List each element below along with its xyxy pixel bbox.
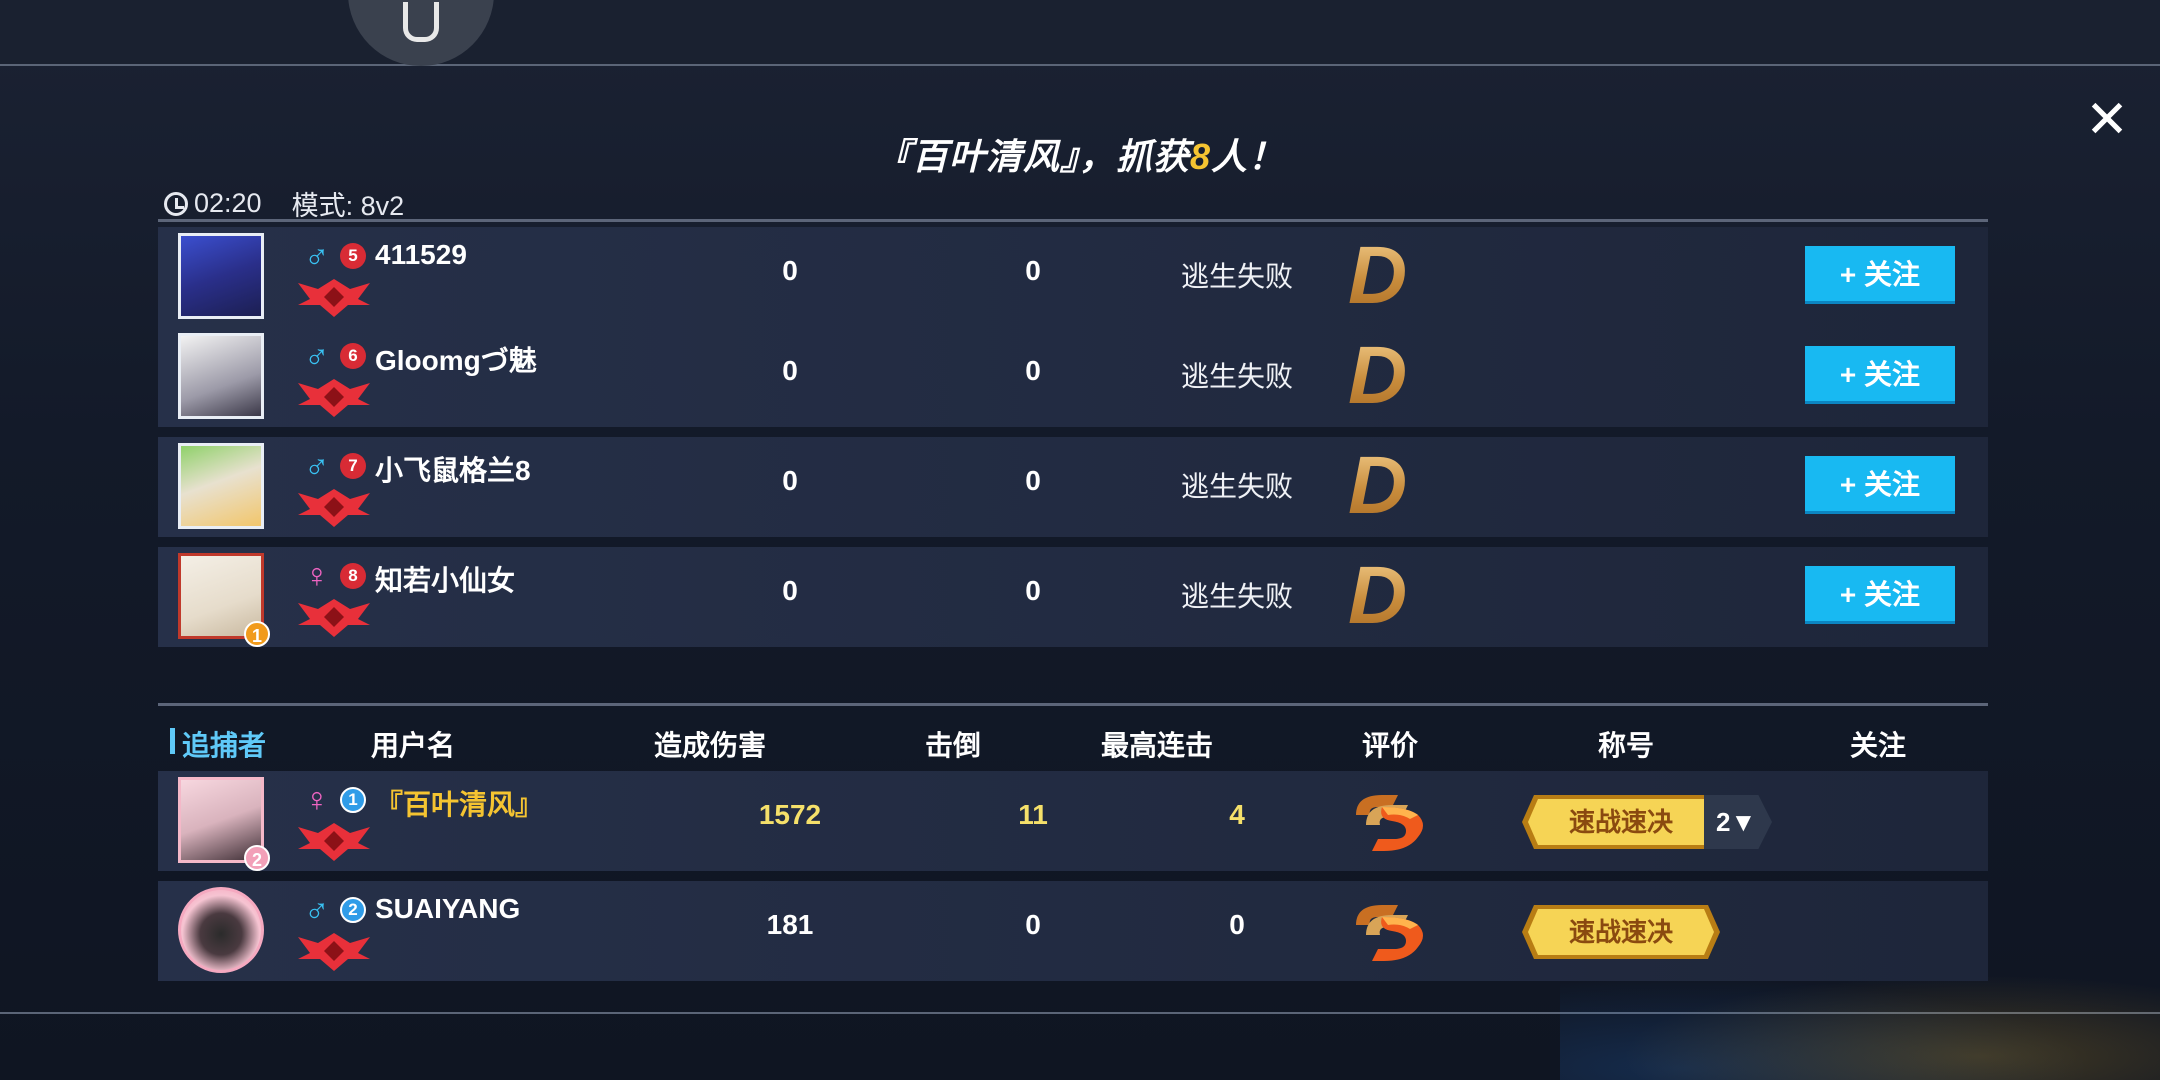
title-suffix: 人！ (1211, 136, 1286, 177)
rank-emblem-icon (298, 379, 370, 417)
grade-d-icon: D (1348, 230, 1408, 321)
match-mode: 模式: 8v2 (291, 191, 405, 221)
stat-cell: 0 (1025, 465, 1041, 496)
title-count: 2▼ (1716, 807, 1757, 837)
max-combo-value: 0 (1229, 909, 1245, 940)
avatar-badge: 2 (244, 845, 270, 871)
title-text: 速战速决 (1568, 807, 1673, 837)
escape-result: 逃生失败 (1180, 261, 1293, 292)
stat-cell: 0 (1025, 255, 1041, 286)
level-badge: 7 (340, 453, 366, 479)
male-icon: ♂ (304, 237, 330, 275)
escape-result: 逃生失败 (1180, 471, 1293, 502)
female-icon: ♀ (304, 781, 330, 819)
username: Gloomgづ魅 (375, 345, 537, 376)
stat-cell: 0 (782, 575, 798, 606)
male-icon: ♂ (304, 891, 330, 929)
avatar[interactable] (178, 887, 264, 973)
title-prefix: 『百叶清风』，抓获 (874, 136, 1190, 177)
match-time: 02:20 (194, 188, 262, 218)
header-max-combo: 最高连击 (1100, 730, 1213, 761)
clock-icon (164, 191, 188, 216)
level-badge: 2 (340, 897, 366, 923)
avatar[interactable] (178, 233, 264, 319)
avatar[interactable] (178, 443, 264, 529)
rank-emblem-icon (298, 489, 370, 527)
grade-d-icon: D (1348, 440, 1408, 531)
escaper-row-3: ♂ 7 小飞鼠格兰8 0 0 逃生失败 D + 关注 (158, 437, 1988, 537)
female-icon: ♀ (304, 557, 330, 595)
stat-cell: 0 (1025, 355, 1041, 386)
username: 『百叶清风』 (375, 789, 544, 820)
header-username: 用户名 (370, 730, 455, 761)
header-rating: 评价 (1361, 730, 1418, 761)
knockdowns-value: 11 (1018, 799, 1048, 830)
username: SUAIYANG (375, 893, 521, 924)
header-damage: 造成伤害 (653, 730, 766, 761)
title-count: 8 (1189, 136, 1212, 177)
damage-value: 181 (766, 909, 814, 940)
rank-emblem-icon (298, 823, 370, 861)
avatar-badge: 1 (244, 621, 270, 647)
section-marker (170, 728, 175, 754)
follow-button[interactable]: + 关注 (1805, 456, 1955, 514)
title-count-dropdown[interactable]: 2▼ (1704, 795, 1772, 849)
username: 知若小仙女 (375, 565, 516, 596)
header-knockdowns: 击倒 (924, 730, 981, 761)
escaper-row-4: 1 ♀ 8 知若小仙女 0 0 逃生失败 D + 关注 (158, 547, 1988, 647)
hunter-row-1: 2 ♀ 1 『百叶清风』 1572 11 4 速战速决 2▼ (158, 771, 1988, 871)
result-title: 『百叶清风』，抓获8人！ (0, 128, 2160, 180)
top-bar (0, 0, 2160, 66)
damage-value: 1572 (758, 799, 822, 830)
title-text: 速战速决 (1568, 917, 1673, 947)
avatar[interactable] (178, 333, 264, 419)
grade-s-icon (1356, 795, 1423, 851)
grade-d-icon: D (1348, 330, 1408, 421)
escaper-row-2: ♂ 6 Gloomgづ魅 0 0 逃生失败 D + 关注 (158, 327, 1988, 427)
stat-cell: 0 (782, 465, 798, 496)
follow-button[interactable]: + 关注 (1805, 566, 1955, 624)
hunter-table-header: 追捕者 用户名 造成伤害 击倒 最高连击 评价 称号 关注 (158, 720, 1988, 764)
microphone-icon (403, 2, 439, 42)
header-role: 追捕者 (182, 730, 267, 761)
level-badge: 5 (340, 243, 366, 269)
knockdowns-value: 0 (1025, 909, 1041, 940)
stat-cell: 0 (782, 355, 798, 386)
hunter-row-2: ♂ 2 SUAIYANG 181 0 0 速战速决 (158, 881, 1988, 981)
divider (158, 703, 1988, 706)
username: 411529 (375, 239, 467, 270)
rank-emblem-icon (298, 933, 370, 971)
male-icon: ♂ (304, 337, 330, 375)
grade-d-icon: D (1348, 550, 1408, 641)
title-badge[interactable]: 速战速决 (1522, 905, 1720, 959)
header-follow: 关注 (1849, 730, 1906, 761)
username: 小飞鼠格兰8 (375, 455, 531, 486)
level-badge: 8 (340, 563, 366, 589)
title-badge[interactable]: 速战速决 (1522, 795, 1720, 849)
rank-emblem-icon (298, 279, 370, 317)
level-badge: 1 (340, 787, 366, 813)
grade-s-icon (1356, 905, 1423, 961)
escaper-row-1: ♂ 5 411529 0 0 逃生失败 D + 关注 (158, 227, 1988, 327)
header-title: 称号 (1597, 730, 1654, 761)
escape-result: 逃生失败 (1180, 361, 1293, 392)
follow-button[interactable]: + 关注 (1805, 346, 1955, 404)
stat-cell: 0 (1025, 575, 1041, 606)
match-meta: 02:20 模式: 8v2 (164, 184, 404, 223)
male-icon: ♂ (304, 447, 330, 485)
divider (158, 219, 1988, 222)
follow-button[interactable]: + 关注 (1805, 246, 1955, 304)
stat-cell: 0 (782, 255, 798, 286)
level-badge: 6 (340, 343, 366, 369)
escape-result: 逃生失败 (1180, 581, 1293, 612)
max-combo-value: 4 (1229, 799, 1245, 830)
rank-emblem-icon (298, 599, 370, 637)
